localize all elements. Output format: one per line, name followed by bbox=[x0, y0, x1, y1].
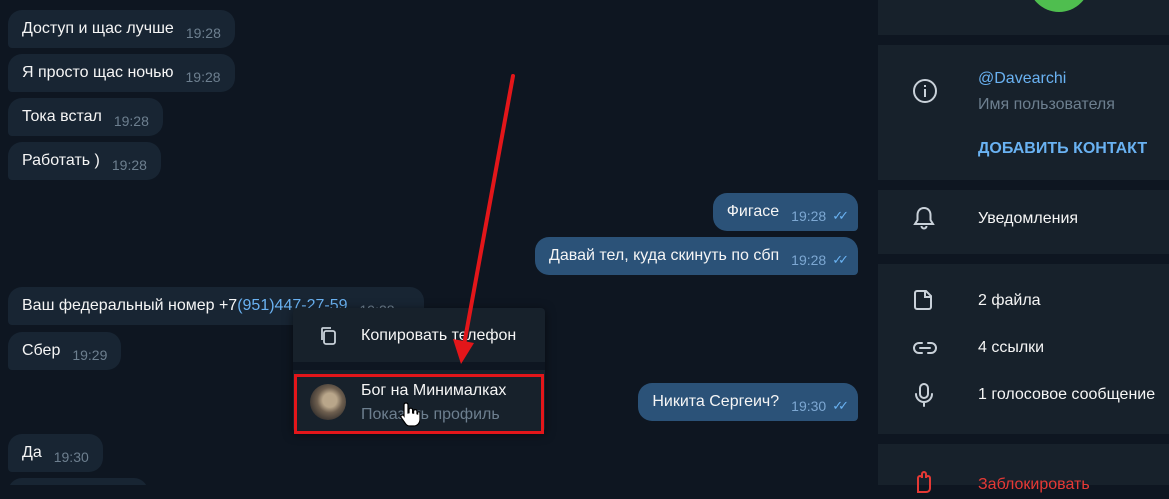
panel-divider bbox=[878, 254, 1169, 264]
username-caption: Имя пользователя bbox=[978, 96, 1115, 113]
username[interactable]: @Davearchi bbox=[978, 70, 1066, 88]
link-icon bbox=[912, 336, 938, 365]
notifications-toggle[interactable] bbox=[1120, 208, 1169, 228]
panel-divider bbox=[878, 35, 1169, 45]
notifications-label[interactable]: Уведомления bbox=[978, 210, 1078, 228]
file-icon bbox=[912, 288, 936, 317]
files-count[interactable]: 2 файла bbox=[978, 292, 1041, 310]
voice-count[interactable]: 1 голосовое сообщение bbox=[978, 386, 1155, 404]
panel-divider bbox=[878, 434, 1169, 444]
mic-icon bbox=[912, 382, 936, 413]
panel-divider bbox=[878, 180, 1169, 190]
bell-icon bbox=[912, 205, 936, 236]
block-user-button[interactable]: Заблокировать bbox=[978, 476, 1090, 494]
add-contact-button[interactable]: ДОБАВИТЬ КОНТАКТ bbox=[978, 140, 1147, 158]
links-count[interactable]: 4 ссылки bbox=[978, 339, 1044, 357]
info-icon bbox=[912, 78, 938, 109]
